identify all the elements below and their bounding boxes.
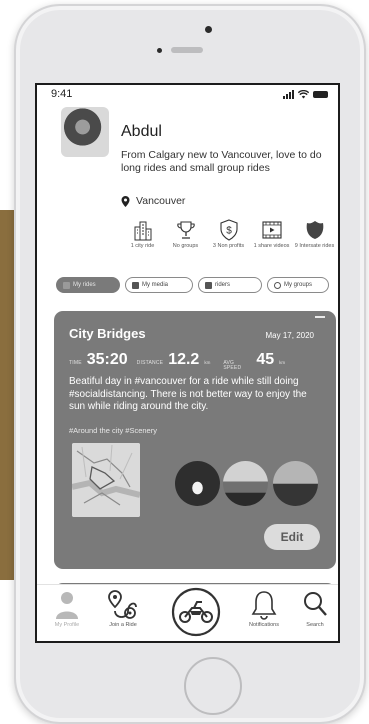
wifi-icon [298, 90, 309, 99]
badge-label: 1 city ride [130, 243, 155, 249]
filter-my-groups[interactable]: My groups [267, 277, 329, 293]
ride-photo[interactable] [223, 461, 268, 506]
status-bar: 9:41 [37, 85, 338, 105]
filter-my-rides[interactable]: My rides [56, 277, 120, 293]
video-icon [261, 221, 282, 239]
badge-non-profits[interactable]: $ 3 Non profits [208, 219, 249, 257]
filter-riders[interactable]: riders [198, 277, 262, 293]
camera-icon [205, 26, 212, 33]
distance-value: 12.2 [168, 351, 200, 368]
tab-ride[interactable] [170, 587, 222, 638]
location-text: Vancouver [136, 195, 186, 207]
profile-icon [56, 592, 78, 619]
distance-unit: km [204, 360, 211, 365]
sensor-icon [157, 48, 162, 53]
time-label: TIME [69, 360, 82, 366]
badge-label: 3 Non profits [212, 243, 245, 249]
profile-bio: From Calgary new to Vancouver, love to d… [121, 149, 322, 174]
ride-tags: #Around the city #Scenery [69, 426, 157, 435]
dollar-shield-icon: $ [219, 219, 238, 241]
riders-icon [205, 281, 212, 289]
filter-tabs: My rides My media riders My groups [56, 277, 338, 293]
achievement-badges: 1 city ride No groups $ 3 Non profits 1 [122, 219, 336, 257]
ride-date: May 17, 2020 [265, 331, 314, 340]
route-map-thumbnail[interactable] [72, 443, 140, 517]
tab-search[interactable]: Search [301, 589, 329, 628]
route-pin-icon [108, 590, 137, 619]
speed-unit: km [279, 360, 286, 365]
ride-photo[interactable] [175, 461, 220, 506]
tab-my-profile[interactable]: My Profile [49, 589, 85, 628]
bell-icon [251, 591, 277, 620]
edit-button[interactable]: Edit [264, 524, 320, 550]
app-screen: 9:41 Abdul From Calgary new to Vancouver… [35, 83, 340, 643]
tab-notifications[interactable]: Notifications [242, 589, 286, 628]
ride-description: Beatiful day in #vancouver for a ride wh… [69, 376, 307, 412]
distance-label: DISTANCE [136, 360, 164, 366]
filter-my-media[interactable]: My media [125, 277, 193, 293]
interstate-shield-icon [306, 221, 323, 239]
city-buildings-icon [134, 221, 151, 241]
map-image [72, 443, 140, 517]
badge-interstate[interactable]: 9 Intersate rides [294, 219, 335, 257]
bottom-tab-bar: My Profile Join a Ride Notifications Sea… [37, 584, 338, 641]
ride-title: City Bridges [69, 326, 146, 341]
motorcycle-icon [171, 587, 221, 637]
cellular-signal-icon [283, 90, 294, 99]
ride-card[interactable]: City Bridges May 17, 2020 TIME 35:20 DIS… [54, 311, 336, 569]
badge-label: 9 Intersate rides [294, 243, 335, 249]
home-button[interactable] [184, 657, 242, 715]
group-icon [274, 281, 281, 289]
profile-name: Abdul [121, 123, 162, 140]
speed-label: AVG SPEED [223, 360, 242, 371]
ride-photo[interactable] [273, 461, 318, 506]
badge-label: No groups [172, 243, 199, 249]
search-icon [304, 592, 327, 616]
speaker-grille [171, 47, 203, 53]
badge-groups[interactable]: No groups [165, 219, 206, 257]
battery-icon [313, 91, 328, 98]
collapse-icon[interactable] [315, 316, 325, 318]
badge-videos[interactable]: 1 share videos [251, 219, 292, 257]
ride-icon [63, 281, 70, 289]
trophy-icon [176, 221, 195, 239]
avatar[interactable] [61, 107, 109, 157]
speed-value: 45 [256, 351, 275, 368]
svg-text:$: $ [226, 226, 232, 237]
time-value: 35:20 [86, 351, 128, 368]
badge-label: 1 share videos [253, 243, 290, 249]
location-row: Vancouver [121, 195, 185, 207]
tab-join-a-ride[interactable]: Join a Ride [103, 589, 143, 628]
location-pin-icon [121, 195, 130, 207]
status-time: 9:41 [51, 88, 73, 100]
camera-icon [132, 281, 139, 289]
badge-city-ride[interactable]: 1 city ride [122, 219, 163, 257]
ride-stats: TIME 35:20 DISTANCE 12.2 km AVG SPEED 45… [69, 351, 326, 371]
